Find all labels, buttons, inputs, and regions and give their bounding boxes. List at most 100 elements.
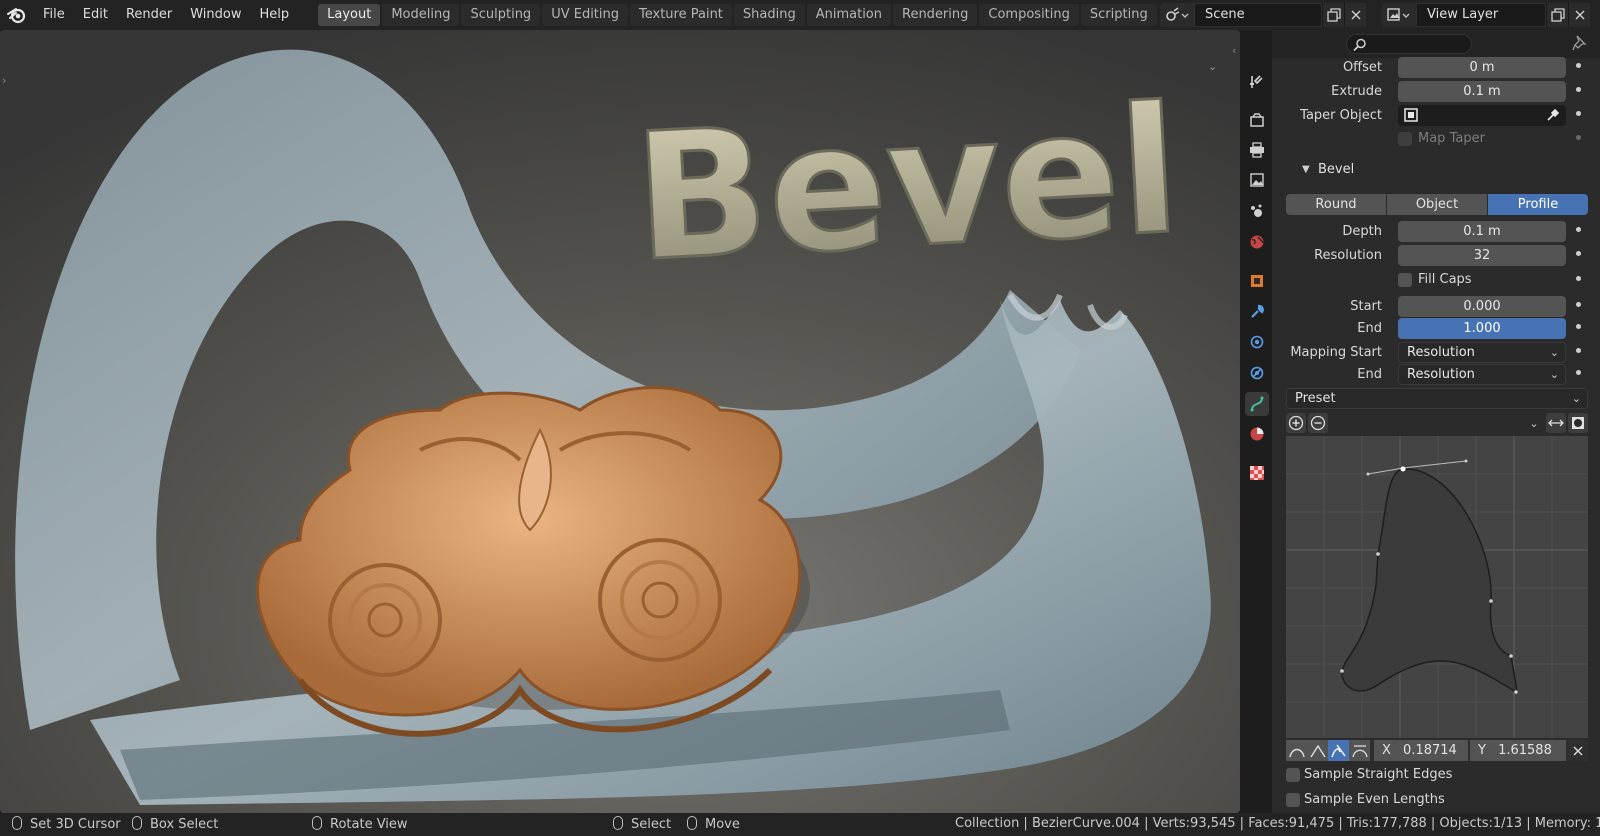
scene-name-field[interactable]: Scene <box>1194 3 1322 27</box>
extrude-field[interactable]: 0.1 m <box>1398 81 1566 102</box>
preset-dropdown[interactable]: Preset ⌄ <box>1286 388 1588 409</box>
3d-viewport[interactable]: Bevel › ⌄ <box>0 30 1240 813</box>
offset-field[interactable]: 0 m <box>1398 57 1566 78</box>
taper-object-field[interactable] <box>1398 105 1566 126</box>
control-point[interactable] <box>1489 599 1493 603</box>
tab-modeling[interactable]: Modeling <box>382 4 460 26</box>
keyframe-dot-icon[interactable] <box>1576 251 1581 256</box>
tab-curve-data[interactable] <box>1245 392 1269 416</box>
zoom-out-icon <box>1310 415 1326 431</box>
menu-edit[interactable]: Edit <box>74 0 117 30</box>
blender-logo-icon[interactable] <box>0 0 34 30</box>
delete-point-button[interactable] <box>1567 740 1588 761</box>
delete-scene-button[interactable] <box>1344 3 1366 27</box>
view-layer-browse-button[interactable] <box>1382 3 1416 27</box>
scene-browse-button[interactable] <box>1160 3 1194 27</box>
scene-icon <box>1166 7 1189 21</box>
eyedropper-icon[interactable] <box>1546 108 1560 122</box>
sample-straight-edges-checkbox[interactable] <box>1286 768 1300 782</box>
keyframe-dot-icon[interactable] <box>1576 276 1581 281</box>
map-taper-checkbox[interactable] <box>1398 132 1412 146</box>
keyframe-dot-icon[interactable] <box>1576 302 1581 307</box>
coord-y-label: Y <box>1478 743 1486 758</box>
zoom-out-button[interactable] <box>1308 413 1328 433</box>
control-point[interactable] <box>1376 552 1380 556</box>
mapping-start-dropdown[interactable]: Resolution ⌄ <box>1398 342 1566 363</box>
tab-texture[interactable] <box>1245 461 1269 485</box>
properties-search-input[interactable] <box>1346 34 1472 54</box>
tab-view-layer[interactable] <box>1245 168 1269 192</box>
menu-file[interactable]: File <box>34 0 74 30</box>
clip-toggle-button[interactable] <box>1546 413 1566 433</box>
menu-window[interactable]: Window <box>181 0 250 30</box>
close-icon <box>1573 746 1582 755</box>
bevel-mode-profile[interactable]: Profile <box>1488 194 1588 215</box>
handle-free-button[interactable] <box>1349 740 1370 761</box>
end-field[interactable]: 1.000 <box>1398 318 1566 339</box>
keyframe-dot-icon[interactable] <box>1576 87 1581 92</box>
tab-uv-editing[interactable]: UV Editing <box>542 4 629 26</box>
profile-curve-editor[interactable] <box>1286 436 1588 738</box>
tab-sculpting[interactable]: Sculpting <box>461 4 541 26</box>
bevel-mode-object[interactable]: Object <box>1387 194 1488 215</box>
bevel-mode-round[interactable]: Round <box>1286 194 1387 215</box>
control-point[interactable] <box>1509 654 1513 658</box>
tab-layout[interactable]: Layout <box>318 4 381 26</box>
tab-output[interactable] <box>1245 138 1269 162</box>
view-layer-name-field[interactable]: View Layer <box>1416 3 1546 27</box>
coord-y-field[interactable]: Y 1.61588 <box>1470 740 1566 761</box>
keyframe-dot-icon[interactable] <box>1576 135 1581 140</box>
selected-control-point[interactable] <box>1400 466 1406 472</box>
tab-shading[interactable]: Shading <box>733 4 805 26</box>
handle-auto-button[interactable] <box>1286 740 1307 761</box>
menu-render[interactable]: Render <box>117 0 181 30</box>
pin-icon[interactable] <box>1572 35 1587 55</box>
tab-animation[interactable]: Animation <box>806 4 891 26</box>
new-scene-button[interactable] <box>1322 3 1344 27</box>
tab-modifiers[interactable] <box>1245 300 1269 324</box>
mouse-drag-icon <box>687 816 697 830</box>
bevel-section-header[interactable]: ▼ Bevel <box>1272 158 1600 184</box>
tab-render[interactable] <box>1245 108 1269 132</box>
start-row: Start 0.000 <box>1272 296 1600 318</box>
keyframe-dot-icon[interactable] <box>1576 324 1581 329</box>
fill-caps-checkbox[interactable] <box>1398 273 1412 287</box>
keyframe-dot-icon[interactable] <box>1576 227 1581 232</box>
tab-scripting[interactable]: Scripting <box>1080 4 1157 26</box>
tab-material[interactable] <box>1245 422 1269 446</box>
mapping-end-dropdown[interactable]: Resolution ⌄ <box>1398 364 1566 385</box>
resolution-field[interactable]: 32 <box>1398 245 1566 266</box>
toolbar-expand-icon[interactable]: › <box>2 74 6 87</box>
tab-rendering[interactable]: Rendering <box>893 4 978 26</box>
keyframe-dot-icon[interactable] <box>1576 63 1581 68</box>
handle-auto-clamped-button[interactable] <box>1328 740 1349 761</box>
sample-even-lengths-checkbox[interactable] <box>1286 793 1300 807</box>
tab-particles[interactable] <box>1245 330 1269 354</box>
keyframe-dot-icon[interactable] <box>1576 348 1581 353</box>
reset-view-button[interactable] <box>1568 413 1588 433</box>
tab-world[interactable] <box>1245 230 1269 254</box>
keyframe-dot-icon[interactable] <box>1576 111 1581 116</box>
tab-compositing[interactable]: Compositing <box>979 4 1079 26</box>
curve-options-button[interactable]: ⌄ <box>1524 413 1544 433</box>
menu-help[interactable]: Help <box>251 0 299 30</box>
delete-view-layer-button[interactable] <box>1568 3 1590 27</box>
scene-props-icon <box>1251 204 1262 217</box>
sidebar-expand-icon[interactable]: ‹ <box>1232 44 1236 57</box>
keyframe-dot-icon[interactable] <box>1576 370 1581 375</box>
new-view-layer-button[interactable] <box>1546 3 1568 27</box>
start-field[interactable]: 0.000 <box>1398 296 1566 317</box>
tab-tool[interactable] <box>1245 70 1269 94</box>
depth-field[interactable]: 0.1 m <box>1398 221 1566 242</box>
tab-texture-paint[interactable]: Texture Paint <box>630 4 732 26</box>
tab-physics[interactable] <box>1245 361 1269 385</box>
handle-free-icon <box>1351 744 1368 757</box>
tab-object[interactable] <box>1245 269 1269 293</box>
handle-vector-button[interactable] <box>1307 740 1328 761</box>
tab-scene[interactable] <box>1245 199 1269 223</box>
control-point[interactable] <box>1340 669 1344 673</box>
zoom-in-button[interactable] <box>1286 413 1306 433</box>
viewport-header-toggle-icon[interactable]: ⌄ <box>1208 60 1217 73</box>
coord-x-field[interactable]: X 0.18714 <box>1374 740 1468 761</box>
control-point[interactable] <box>1514 690 1518 694</box>
